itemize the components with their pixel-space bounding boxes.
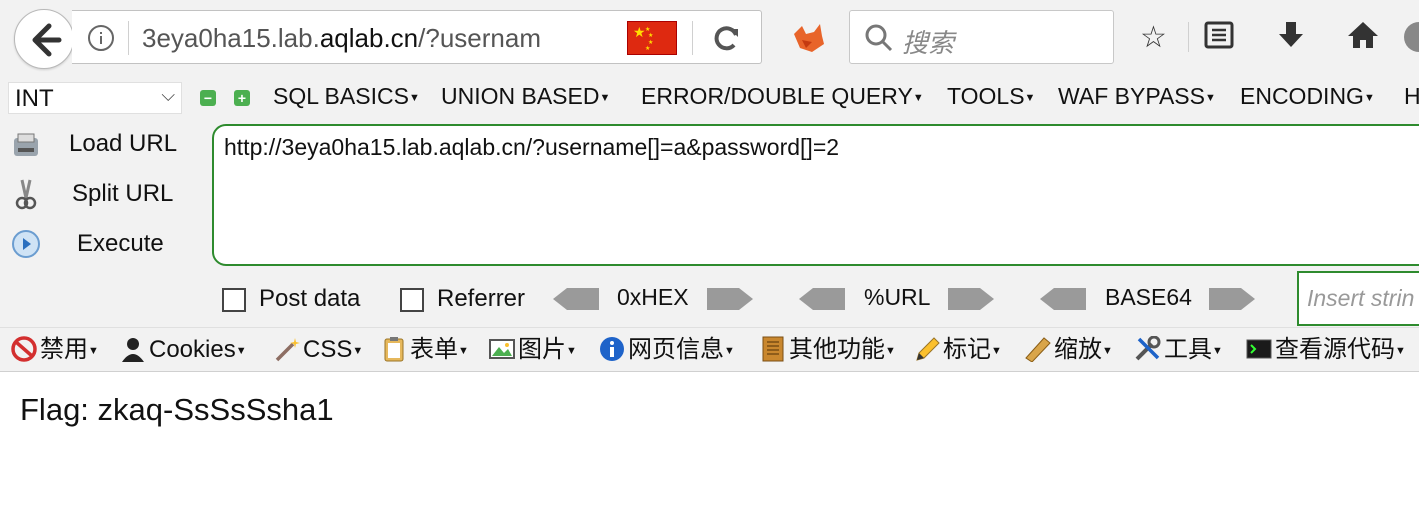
menu-sql-basics[interactable]: SQL BASICS▼ [273, 83, 420, 110]
terminal-icon [1246, 339, 1272, 359]
magic-wand-icon [275, 338, 300, 362]
back-button[interactable] [14, 9, 74, 69]
plus-icon[interactable]: + [234, 90, 250, 106]
pencil-icon [916, 337, 940, 361]
download-icon[interactable] [1276, 20, 1306, 59]
china-flag-icon: ★ ★ ★ ★ ★ [627, 21, 677, 55]
search-placeholder: 搜索 [902, 28, 955, 58]
hackbar-fox-icon[interactable] [792, 22, 826, 54]
post-data-checkbox[interactable] [222, 288, 246, 312]
home-icon[interactable] [1346, 20, 1380, 59]
wd-forms[interactable]: 表单▼ [380, 336, 469, 365]
menu-waf-bypass[interactable]: WAF BYPASS▼ [1058, 83, 1216, 110]
wd-misc[interactable]: 其他功能▼ [759, 336, 896, 365]
url-encode-arrow-icon[interactable] [948, 288, 994, 310]
image-icon [489, 339, 515, 359]
url-textarea[interactable]: http://3eya0ha15.lab.aqlab.cn/?username[… [212, 124, 1419, 266]
wd-tools[interactable]: 工具▼ [1134, 336, 1223, 365]
execute-button[interactable]: Execute [77, 230, 164, 258]
reading-list-icon[interactable] [1204, 20, 1234, 59]
wd-outline[interactable]: 标记▼ [913, 336, 1002, 365]
ruler-icon [1025, 337, 1051, 362]
information-icon [600, 337, 624, 361]
url-encode-label: %URL [864, 284, 931, 310]
base64-label: BASE64 [1105, 284, 1192, 310]
reload-icon[interactable] [712, 21, 742, 62]
search-box[interactable]: 搜索 [849, 10, 1114, 64]
tools-icon [1135, 336, 1161, 361]
wd-resize[interactable]: 缩放▼ [1024, 336, 1113, 365]
menu-encoding[interactable]: ENCODING▼ [1240, 83, 1375, 110]
referrer-label: Referrer [437, 285, 526, 312]
disable-icon [11, 336, 37, 362]
bookmark-star-icon[interactable]: ☆ [1140, 20, 1167, 56]
wd-view-source[interactable]: 查看源代码▼ [1245, 336, 1406, 365]
type-select[interactable]: INT ⌵ [8, 82, 182, 114]
load-url-icon [14, 133, 38, 156]
menu-tools[interactable]: TOOLS▼ [947, 83, 1035, 110]
page-content-text: Flag: zkaq-SsSsSsha1 [20, 392, 334, 427]
url-decode-arrow-icon[interactable] [799, 288, 845, 310]
info-icon[interactable] [88, 25, 114, 51]
execute-play-icon [12, 230, 40, 258]
cookies-user-icon [122, 338, 144, 362]
web-developer-toolbar: 禁用▼ Cookies▼ CSS▼ 表单▼ 图片▼ 网页信息▼ 其他功能▼ 标记… [0, 327, 1419, 372]
menu-union-based[interactable]: UNION BASED▼ [441, 83, 610, 110]
profile-avatar[interactable] [1404, 22, 1419, 52]
chevron-down-icon: ⌵ [161, 85, 175, 105]
search-icon [865, 24, 893, 52]
url-bar[interactable]: 3eya0ha15.lab.aqlab.cn/?usernam ★ ★ ★ ★ … [72, 10, 762, 64]
hex-label: 0xHEX [617, 284, 689, 310]
hex-decode-arrow-icon[interactable] [553, 288, 599, 310]
scissors-icon [15, 179, 37, 210]
referrer-checkbox[interactable] [400, 288, 424, 312]
book-icon [762, 336, 784, 362]
base64-decode-arrow-icon[interactable] [1040, 288, 1086, 310]
menu-error-double-query[interactable]: ERROR/DOUBLE QUERY▼ [641, 83, 924, 110]
menu-more[interactable]: H [1404, 83, 1419, 110]
wd-page-info[interactable]: 网页信息▼ [598, 336, 735, 365]
wd-css[interactable]: CSS▼ [273, 336, 363, 365]
load-url-button[interactable]: Load URL [69, 130, 177, 158]
post-data-label: Post data [259, 285, 361, 312]
base64-encode-arrow-icon[interactable] [1209, 288, 1255, 310]
wd-images[interactable]: 图片▼ [488, 336, 577, 365]
wd-cookies[interactable]: Cookies▼ [119, 336, 247, 365]
url-text[interactable]: 3eya0ha15.lab.aqlab.cn/?usernam [142, 23, 578, 54]
wd-disable[interactable]: 禁用▼ [10, 336, 99, 365]
navigation-bar: 3eya0ha15.lab.aqlab.cn/?usernam ★ ★ ★ ★ … [0, 0, 1419, 78]
split-url-button[interactable]: Split URL [72, 180, 173, 208]
insert-string-input[interactable]: Insert strin [1297, 271, 1419, 326]
clipboard-icon [384, 337, 404, 362]
back-arrow-icon [32, 23, 62, 57]
hex-encode-arrow-icon[interactable] [707, 288, 753, 310]
minus-icon[interactable]: − [200, 90, 216, 106]
